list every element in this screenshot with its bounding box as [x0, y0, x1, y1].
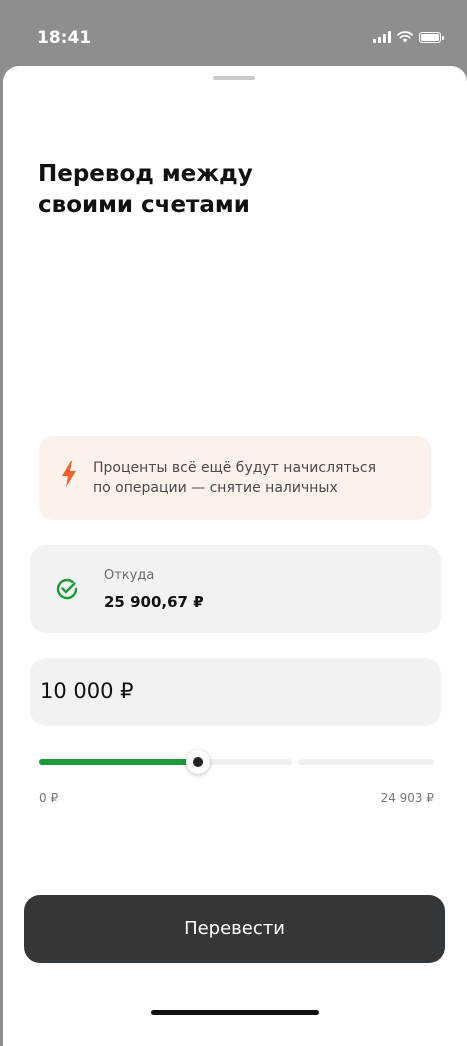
bottom-sheet: Перевод между своими счетами Проценты вс… [3, 66, 467, 1046]
info-banner-text: Проценты всё ещё будут начисляться по оп… [93, 458, 423, 498]
wifi-icon [397, 31, 413, 43]
sheet-grabber[interactable] [213, 76, 255, 80]
slider-max-label: 24 903 ₽ [380, 791, 434, 805]
slider-min-label: 0 ₽ [39, 791, 59, 805]
page-title: Перевод между своими счетами [38, 159, 338, 221]
info-banner-line-2: по операции — снятие наличных [93, 480, 338, 496]
home-indicator [151, 1010, 319, 1015]
status-icons [373, 30, 444, 44]
lightning-icon [62, 461, 76, 487]
status-bar: 18:41 [0, 0, 467, 66]
source-account-card[interactable]: Откуда 25 900,67 ₽ [30, 545, 441, 633]
page-title-line-2: своими счетами [38, 192, 250, 218]
interest-info-banner: Проценты всё ещё будут начисляться по оп… [39, 436, 431, 520]
source-balance: 25 900,67 ₽ [104, 593, 204, 611]
amount-slider[interactable] [39, 750, 434, 774]
cellular-signal-icon [373, 31, 391, 43]
slider-track-segment [298, 759, 434, 765]
page-title-line-1: Перевод между [38, 161, 253, 187]
source-label: Откуда [104, 568, 155, 583]
battery-icon [419, 31, 444, 43]
slider-fill [39, 759, 198, 765]
amount-input-value: 10 000 ₽ [40, 679, 134, 703]
info-banner-line-1: Проценты всё ещё будут начисляться [93, 460, 376, 476]
slider-thumb[interactable] [186, 750, 210, 774]
transfer-button[interactable]: Перевести [24, 895, 445, 963]
amount-input[interactable]: 10 000 ₽ [30, 658, 441, 726]
check-circle-icon [56, 578, 78, 600]
status-time: 18:41 [37, 28, 92, 48]
